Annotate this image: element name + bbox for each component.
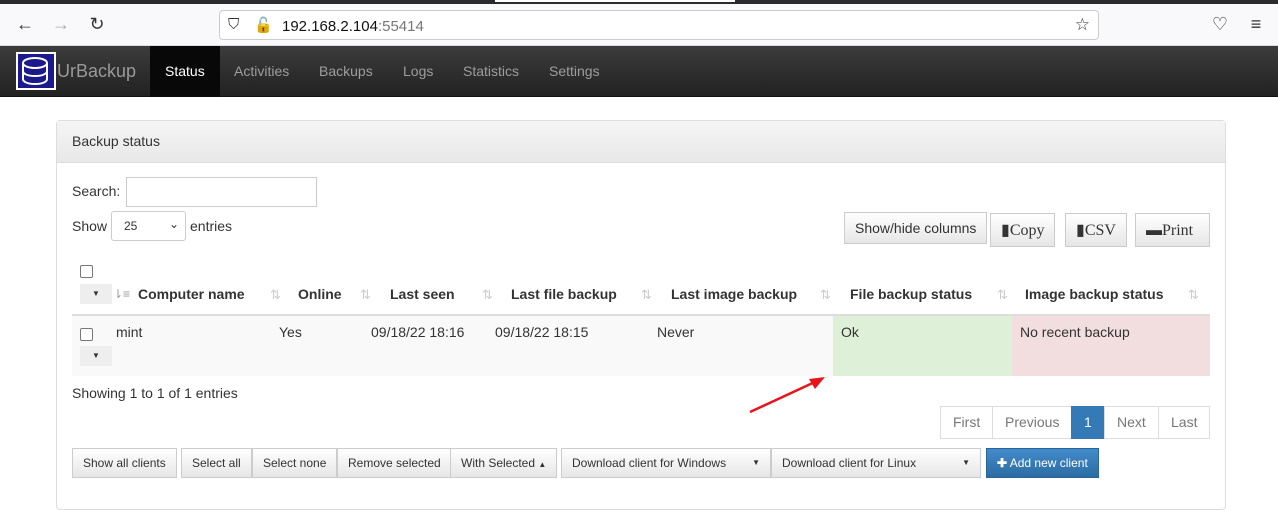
print-button[interactable]: ▬Print [1135, 213, 1210, 247]
forward-icon[interactable]: → [49, 14, 73, 35]
show-label: Show [72, 218, 108, 234]
entries-value: 25 [124, 219, 138, 233]
cell-last-file-backup: 09/18/22 18:15 [495, 324, 589, 340]
sort-icon[interactable]: ⇅ [482, 287, 493, 303]
download-windows-button[interactable]: Download client for Windows ▼ [561, 448, 771, 478]
active-tab[interactable] [495, 0, 735, 2]
nav-statistics[interactable]: Statistics [448, 46, 534, 97]
back-icon[interactable]: ← [13, 14, 37, 35]
cell-last-image-backup: Never [657, 324, 695, 340]
sort-icon[interactable]: ⇅ [997, 287, 1008, 303]
sort-icon[interactable]: ⇅ [641, 287, 652, 303]
url-port: :55414 [377, 18, 424, 35]
download-linux-button[interactable]: Download client for Linux ▼ [771, 448, 981, 478]
bookmark-star-icon[interactable]: ☆ [1075, 15, 1090, 35]
nav-settings[interactable]: Settings [534, 46, 615, 97]
caret-down-icon: ▼ [962, 458, 970, 467]
url-host: 192.168.2.104 [282, 18, 378, 35]
col-online[interactable]: Online [298, 286, 342, 302]
show-hide-columns-button[interactable]: Show/hide columns [844, 212, 988, 244]
caret-down-icon: ▼ [752, 458, 760, 467]
shield-icon[interactable]: ⛉ [228, 16, 239, 33]
col-computer-name[interactable]: Computer name [138, 286, 245, 302]
col-image-backup-status[interactable]: Image backup status [1025, 286, 1164, 302]
row-checkbox[interactable] [80, 328, 93, 341]
header-dropdown-toggle[interactable]: ▼ [80, 284, 112, 304]
sort-icon[interactable]: ⇅ [1188, 287, 1199, 303]
cell-image-backup-status: No recent backup [1020, 324, 1130, 340]
cell-file-backup-status: Ok [841, 324, 859, 340]
select-none-button[interactable]: Select none [252, 448, 338, 478]
remove-selected-button[interactable]: Remove selected [337, 448, 452, 478]
nav-logs[interactable]: Logs [388, 46, 448, 97]
red-arrow-annotation [749, 377, 825, 414]
chevron-down-icon: ⌄ [168, 217, 179, 231]
page-first[interactable]: First [940, 406, 994, 439]
show-all-clients-button[interactable]: Show all clients [72, 448, 177, 478]
select-all-button[interactable]: Select all [181, 448, 252, 478]
col-file-backup-status[interactable]: File backup status [850, 286, 972, 302]
brand-name[interactable]: UrBackup [57, 61, 136, 82]
navbar: UrBackup Status Activities Backups Logs … [0, 46, 1278, 97]
reload-icon[interactable]: ↻ [85, 14, 109, 35]
sort-icon[interactable]: ⇅ [360, 287, 371, 303]
page-last[interactable]: Last [1158, 406, 1211, 439]
csv-file-icon: ▮ [1076, 222, 1085, 239]
caret-up-icon: ▲ [538, 460, 547, 469]
nav-backups[interactable]: Backups [304, 46, 388, 97]
cell-computer-name[interactable]: mint [116, 324, 142, 340]
sort-icon[interactable]: ⇅ [820, 287, 831, 303]
menu-icon[interactable]: ≡ [1244, 14, 1268, 35]
copy-icon: ▮ [1001, 222, 1010, 239]
page-1[interactable]: 1 [1071, 406, 1105, 439]
col-last-file-backup[interactable]: Last file backup [511, 286, 617, 302]
cell-online: Yes [279, 324, 302, 340]
search-input[interactable] [126, 177, 317, 207]
url-bar[interactable]: ⛉ 🔓 192.168.2.104:55414 ☆ [219, 10, 1099, 40]
nav-activities[interactable]: Activities [219, 46, 304, 97]
cell-last-seen: 09/18/22 18:16 [371, 324, 465, 340]
row-dropdown-toggle[interactable]: ▼ [80, 346, 112, 366]
plus-icon: ✚ [997, 456, 1008, 470]
csv-button[interactable]: ▮CSV [1065, 213, 1127, 247]
col-last-seen[interactable]: Last seen [390, 286, 455, 302]
copy-button[interactable]: ▮Copy [990, 213, 1056, 247]
print-icon: ▬ [1146, 222, 1162, 239]
table-info: Showing 1 to 1 of 1 entries [72, 385, 238, 401]
entries-label: entries [190, 218, 233, 234]
nav-status[interactable]: Status [150, 46, 220, 97]
file-status-cell [833, 316, 1012, 376]
search-label: Search: [72, 183, 121, 199]
entries-select[interactable]: 25 ⌄ [111, 211, 186, 241]
page-next[interactable]: Next [1104, 406, 1159, 439]
panel-title: Backup status [57, 121, 1225, 163]
sort-asc-icon[interactable]: ⇂≡ [113, 287, 130, 301]
page-previous[interactable]: Previous [992, 406, 1073, 439]
insecure-lock-icon[interactable]: 🔓 [254, 16, 273, 34]
pocket-icon[interactable]: ♡ [1208, 14, 1232, 35]
urbackup-logo-icon[interactable] [16, 52, 56, 90]
browser-toolbar: ← → ↻ ⛉ 🔓 192.168.2.104:55414 ☆ ♡ ≡ [0, 4, 1278, 46]
select-all-checkbox[interactable] [80, 265, 93, 278]
add-new-client-button[interactable]: ✚ Add new client [986, 448, 1099, 478]
sort-icon[interactable]: ⇅ [270, 287, 281, 303]
col-last-image-backup[interactable]: Last image backup [671, 286, 797, 302]
with-selected-button[interactable]: With Selected ▲ [450, 448, 558, 478]
